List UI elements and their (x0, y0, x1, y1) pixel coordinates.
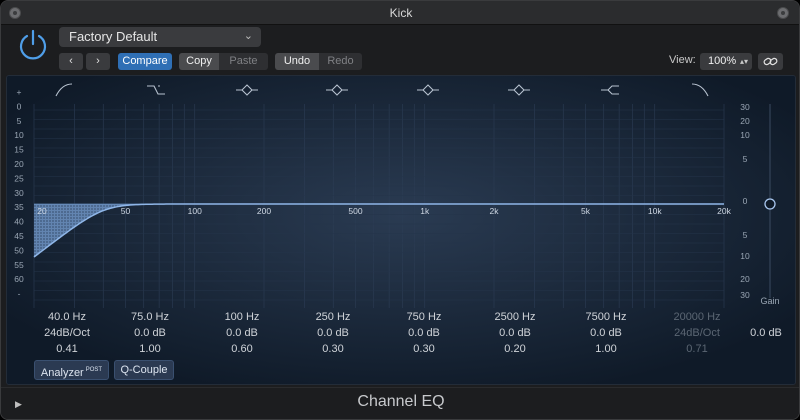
band-2-q[interactable]: 1.00 (115, 343, 185, 355)
band-7-gain[interactable]: 0.0 dB (571, 327, 641, 339)
view-label: View: (669, 54, 696, 66)
band-1-q[interactable]: 0.41 (32, 343, 102, 355)
frequency-label: 200 (257, 206, 271, 216)
band-3-gain[interactable]: 0.0 dB (207, 327, 277, 339)
compare-button[interactable]: Compare (118, 53, 172, 70)
band-5-q[interactable]: 0.30 (389, 343, 459, 355)
analyzer-scale-label: 10 (14, 130, 24, 140)
analyzer-button[interactable]: Analyzer POST (34, 360, 109, 380)
band-1-freq[interactable]: 40.0 Hz (32, 311, 102, 323)
window-title: Kick (389, 6, 413, 20)
band-5-freq[interactable]: 750 Hz (389, 311, 459, 323)
gain-scale-label: 5 (743, 154, 748, 164)
plugin-window: Kick Factory Default ⌄ ‹ › Compare Copy … (0, 0, 800, 420)
band-7-freq[interactable]: 7500 Hz (571, 311, 641, 323)
gain-scale-label: 20 (740, 116, 750, 126)
gain-label: Gain (760, 296, 779, 306)
band-6-q[interactable]: 0.20 (480, 343, 550, 355)
gain-scale-label: 10 (740, 130, 750, 140)
analyzer-post-badge: POST (85, 367, 103, 373)
analyzer-scale-label: 40 (14, 217, 24, 227)
frequency-label: 10k (648, 206, 662, 216)
frequency-label: 20 (37, 206, 47, 216)
plugin-footer: ▶ Channel EQ (1, 387, 799, 419)
view-zoom-select[interactable]: 100% ▴▾ (700, 53, 752, 70)
band-1-gain[interactable]: 24dB/Oct (32, 327, 102, 339)
band-4-freq[interactable]: 250 Hz (298, 311, 368, 323)
preset-name: Factory Default (69, 29, 158, 44)
band-4-gain[interactable]: 0.0 dB (298, 327, 368, 339)
plugin-header: Factory Default ⌄ ‹ › Compare Copy Paste… (1, 25, 799, 75)
title-bar: Kick (1, 1, 799, 25)
analyzer-scale-label: 60 (14, 274, 24, 284)
analyzer-scale-label: 45 (14, 231, 24, 241)
band-2-freq[interactable]: 75.0 Hz (115, 311, 185, 323)
frequency-label: 2k (490, 206, 500, 216)
analyzer-scale-label: 25 (14, 173, 24, 183)
band-6-gain[interactable]: 0.0 dB (480, 327, 550, 339)
gain-slider-knob[interactable] (764, 198, 776, 210)
analyzer-scale-label: + (17, 87, 22, 97)
undo-button[interactable]: Undo (275, 53, 319, 70)
gain-scale-label: 5 (743, 230, 748, 240)
copy-button[interactable]: Copy (179, 53, 219, 70)
gain-scale-label: 30 (740, 102, 750, 112)
band-4-q[interactable]: 0.30 (298, 343, 368, 355)
analyzer-scale-label: 35 (14, 202, 24, 212)
band-3-q[interactable]: 0.60 (207, 343, 277, 355)
frequency-label: 1k (420, 206, 430, 216)
frequency-label: 500 (348, 206, 362, 216)
analyzer-scale-label: - (18, 289, 21, 299)
gain-scale-label: 20 (740, 274, 750, 284)
band-8-gain[interactable]: 24dB/Oct (662, 327, 732, 339)
plugin-name: Channel EQ (357, 393, 445, 410)
analyzer-scale-label: 30 (14, 188, 24, 198)
link-icon (763, 57, 778, 66)
paste-button[interactable]: Paste (219, 53, 268, 70)
gain-value[interactable]: 0.0 dB (731, 327, 799, 339)
band-5-gain[interactable]: 0.0 dB (389, 327, 459, 339)
analyzer-scale-label: 55 (14, 260, 24, 270)
gain-scale-label: 10 (740, 251, 750, 261)
frequency-label: 50 (121, 206, 131, 216)
frequency-label: 100 (188, 206, 202, 216)
link-button[interactable] (758, 53, 783, 70)
band-3-freq[interactable]: 100 Hz (207, 311, 277, 323)
band-7-q[interactable]: 1.00 (571, 343, 641, 355)
view-zoom-value: 100% (708, 55, 737, 67)
frequency-label: 20k (717, 206, 731, 216)
band-8-q[interactable]: 0.71 (662, 343, 732, 355)
power-icon[interactable] (17, 29, 49, 61)
band-8-freq[interactable]: 20000 Hz (662, 311, 732, 323)
stepper-arrows-icon: ▴▾ (739, 57, 748, 66)
redo-button[interactable]: Redo (319, 53, 362, 70)
analyzer-scale-label: 0 (17, 101, 22, 111)
chevron-down-icon: ⌄ (243, 30, 253, 42)
band-6-freq[interactable]: 2500 Hz (480, 311, 550, 323)
previous-preset-button[interactable]: ‹ (59, 53, 83, 70)
analyzer-scale-label: 5 (17, 116, 22, 126)
analyzer-scale-label: 20 (14, 159, 24, 169)
band-2-gain[interactable]: 0.0 dB (115, 327, 185, 339)
gain-scale-label: 30 (740, 290, 750, 300)
frequency-label: 5k (581, 206, 591, 216)
next-preset-button[interactable]: › (86, 53, 110, 70)
analyzer-scale-label: 15 (14, 145, 24, 155)
gain-scale-label: 0 (743, 196, 748, 206)
preset-menu[interactable]: Factory Default ⌄ (59, 27, 261, 47)
analyzer-label: Analyzer (40, 367, 84, 379)
window-zoom-icon[interactable] (777, 7, 789, 19)
q-couple-button[interactable]: Q-Couple (114, 360, 174, 380)
analyzer-scale-label: 50 (14, 245, 24, 255)
